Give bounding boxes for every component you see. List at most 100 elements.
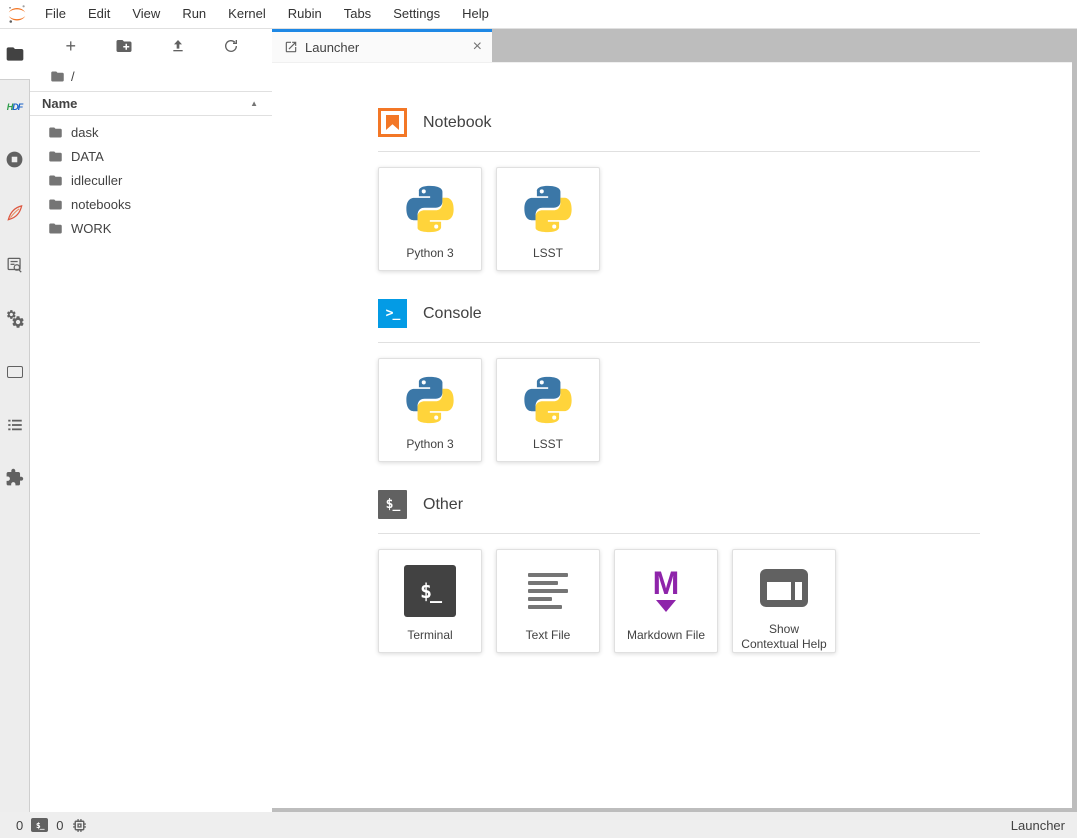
name-column-header[interactable]: Name: [42, 96, 77, 111]
sidebar-item-file-browser[interactable]: [0, 29, 30, 79]
launcher-card-console-lsst[interactable]: LSST: [496, 358, 600, 462]
refresh-button[interactable]: [215, 33, 247, 59]
menu-item-view[interactable]: View: [121, 0, 171, 28]
dock-panel: Launcher × Notebook: [272, 29, 1077, 812]
menu-item-run[interactable]: Run: [171, 0, 217, 28]
sidebar-item-settings[interactable]: [0, 292, 29, 345]
folder-name: DATA: [71, 149, 104, 164]
launcher-card-text-file[interactable]: Text File: [496, 549, 600, 653]
folder-row-notebooks[interactable]: notebooks: [30, 192, 272, 216]
tab-bar: Launcher ×: [272, 29, 1077, 62]
file-browser-toolbar: +: [30, 29, 272, 63]
kernels-count: 0: [56, 818, 63, 833]
jupyter-logo: [0, 3, 34, 25]
folder-row-dask[interactable]: dask: [30, 120, 272, 144]
card-label: Show Contextual Help: [740, 622, 828, 652]
section-console: >_ Console Python 3 LSST: [378, 299, 980, 462]
folder-name: dask: [71, 125, 98, 140]
home-folder-icon: [50, 69, 65, 84]
current-activity-label: Launcher: [1011, 818, 1065, 833]
section-other: $_ Other $_ Terminal: [378, 490, 980, 653]
menu-item-rubin[interactable]: Rubin: [277, 0, 333, 28]
card-label: Text File: [526, 628, 571, 643]
launcher-card-markdown-file[interactable]: M Markdown File: [614, 549, 718, 653]
jupyterlab-app: File Edit View Run Kernel Rubin Tabs Set…: [0, 0, 1077, 838]
refresh-icon: [223, 38, 239, 54]
folder-icon: [48, 221, 63, 236]
notebook-icon: [378, 108, 407, 137]
folder-row-idleculler[interactable]: idleculler: [30, 168, 272, 192]
folder-row-work[interactable]: WORK: [30, 216, 272, 240]
folder-icon: [48, 173, 63, 188]
file-list: dask DATA idleculler notebooks WORK: [30, 116, 272, 812]
menu-item-edit[interactable]: Edit: [77, 0, 121, 28]
main-area: HDF: [0, 29, 1077, 812]
sidebar-item-open-tabs[interactable]: [0, 345, 29, 398]
terminals-count: 0: [16, 818, 23, 833]
python-logo-icon: [404, 374, 456, 426]
menu-item-settings[interactable]: Settings: [382, 0, 451, 28]
folder-name: WORK: [71, 221, 111, 236]
divider: [378, 151, 980, 152]
launcher-card-notebook-python3[interactable]: Python 3: [378, 167, 482, 271]
sort-ascending-icon: ▲: [250, 99, 258, 108]
new-folder-button[interactable]: [108, 33, 140, 59]
terminal-icon: $_: [31, 818, 48, 832]
sidebar-item-hdf5[interactable]: HDF: [0, 80, 29, 133]
python-logo-icon: [522, 183, 574, 235]
markdown-icon: M: [653, 570, 680, 611]
upload-button[interactable]: [162, 33, 194, 59]
menu-item-kernel[interactable]: Kernel: [217, 0, 277, 28]
hdf5-icon: HDF: [7, 102, 23, 112]
sessions-status[interactable]: 0 $_ 0: [16, 817, 88, 834]
folder-row-data[interactable]: DATA: [30, 144, 272, 168]
puzzle-icon: [5, 468, 24, 487]
sidebar-item-table-of-contents[interactable]: [0, 398, 29, 451]
activity-sidebar: HDF: [0, 29, 30, 812]
folder-icon: [48, 149, 63, 164]
section-title: Console: [423, 305, 482, 323]
contextual-help-icon: [759, 568, 809, 608]
menu-item-help[interactable]: Help: [451, 0, 500, 28]
menu-item-file[interactable]: File: [34, 0, 77, 28]
card-label: LSST: [533, 246, 563, 261]
divider: [378, 342, 980, 343]
console-icon: >_: [378, 299, 407, 328]
window-icon: [7, 366, 23, 378]
python-logo-icon: [522, 374, 574, 426]
folder-name: notebooks: [71, 197, 131, 212]
sidebar-item-running-sessions[interactable]: [0, 133, 29, 186]
folder-name: idleculler: [71, 173, 122, 188]
file-browser-panel: +: [30, 29, 272, 812]
launcher-panel: Notebook Python 3 LSST: [272, 62, 1072, 808]
launcher-card-contextual-help[interactable]: Show Contextual Help: [732, 549, 836, 653]
card-label: LSST: [533, 437, 563, 452]
breadcrumb-path: /: [71, 69, 75, 84]
folder-icon: [5, 44, 25, 64]
plus-icon: +: [65, 37, 76, 55]
gear-icon: [5, 309, 25, 329]
jupyter-logo-icon: [6, 3, 28, 25]
file-list-header[interactable]: Name ▲: [30, 91, 272, 116]
tab-launcher[interactable]: Launcher ×: [272, 29, 492, 62]
tab-close-button[interactable]: ×: [473, 39, 482, 55]
sidebar-item-inspector[interactable]: [0, 239, 29, 292]
menubar: File Edit View Run Kernel Rubin Tabs Set…: [0, 0, 1077, 29]
new-launcher-button[interactable]: +: [55, 33, 87, 59]
launcher-card-console-python3[interactable]: Python 3: [378, 358, 482, 462]
card-label: Python 3: [406, 437, 453, 452]
other-terminal-icon: $_: [378, 490, 407, 519]
breadcrumb[interactable]: /: [30, 63, 272, 89]
launcher-card-terminal[interactable]: $_ Terminal: [378, 549, 482, 653]
inspector-icon: [5, 256, 24, 275]
sidebar-item-quill[interactable]: [0, 186, 29, 239]
launcher-card-notebook-lsst[interactable]: LSST: [496, 167, 600, 271]
status-bar: 0 $_ 0 Launcher: [0, 812, 1077, 838]
sidebar-item-extensions[interactable]: [0, 451, 29, 504]
sidebar-lower: HDF: [0, 79, 30, 812]
menu-item-tabs[interactable]: Tabs: [333, 0, 382, 28]
section-notebook: Notebook Python 3 LSST: [378, 108, 980, 271]
kernel-icon: [71, 817, 88, 834]
new-folder-icon: [115, 37, 133, 55]
card-label: Terminal: [407, 628, 452, 643]
